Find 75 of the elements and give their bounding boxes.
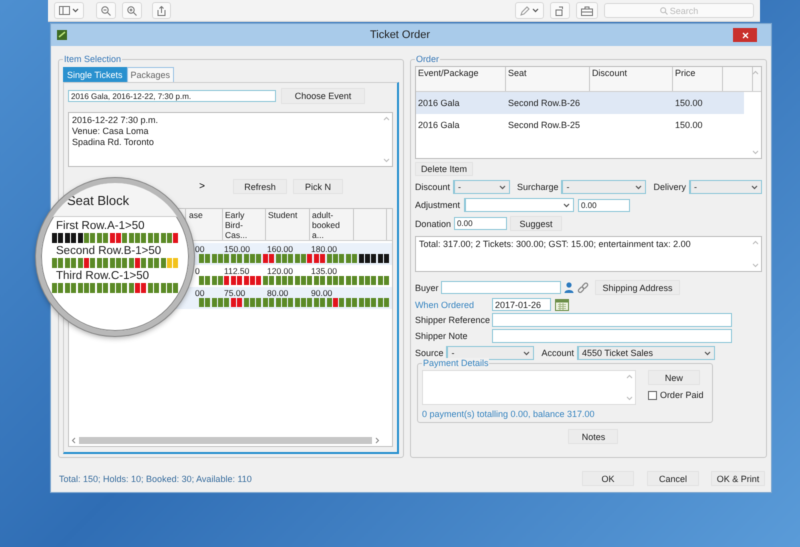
column-header: Event/Package	[418, 68, 478, 78]
date-field[interactable]: 2017-01-26	[492, 298, 551, 311]
amount-field[interactable]: 0.00	[578, 198, 630, 212]
detail-line: Venue: Casa Loma	[72, 126, 149, 137]
dropdown[interactable]: -	[446, 346, 534, 360]
field-label: Adjustment	[414, 200, 460, 210]
notes-button[interactable]: Notes	[568, 429, 618, 444]
price-cell: 120.00	[267, 266, 293, 276]
event-field[interactable]: 2016 Gala, 2016-12-22, 7:30 p.m.	[68, 90, 276, 102]
field-label: Delivery	[653, 182, 686, 192]
dialog-button[interactable]: OK	[582, 471, 634, 486]
field-label: Shipper Reference	[414, 315, 488, 325]
price-cell: 90.00	[311, 288, 332, 298]
panel-title: Order	[414, 54, 440, 64]
dropdown[interactable]: -	[561, 180, 646, 194]
column-header: Student	[266, 209, 310, 240]
status-text: Total: 150; Holds: 10; Booked: 30; Available: 110	[59, 474, 253, 484]
price-cell: 180.00	[311, 244, 337, 254]
donation-field[interactable]: 0.00	[454, 217, 507, 230]
price-cell: 00	[195, 288, 204, 298]
when-ordered-link[interactable]: When Ordered	[414, 300, 488, 310]
price-cell: 112.50	[224, 266, 250, 276]
delete-item-button[interactable]: Delete Item	[414, 162, 473, 176]
field-label: Account	[541, 348, 574, 358]
order-row[interactable]: 2016 Gala Second Row.B-25 150.00	[416, 114, 744, 136]
field-label: Source	[414, 348, 444, 358]
shipping-address-button[interactable]: Shipping Address	[595, 280, 680, 295]
checkbox-label: Order Paid	[660, 390, 704, 400]
panel-title: Item Selection	[63, 54, 122, 64]
price-cell: 00	[195, 244, 204, 254]
seat-block-label: Second Row.B-1>50	[55, 245, 162, 258]
refresh-button[interactable]: Refresh	[233, 179, 287, 194]
dropdown[interactable]: 4550 Ticket Sales	[577, 346, 715, 360]
column-header: adult-booked a...	[310, 209, 354, 240]
tab[interactable]: Packages	[126, 67, 174, 82]
table-cell-text: 150.00	[674, 98, 702, 108]
price-cell: 80.00	[267, 288, 288, 298]
order-row[interactable]: 2016 Gala Second Row.B-26 150.00	[416, 92, 744, 114]
next-button[interactable]: >	[192, 181, 212, 192]
dialog-button[interactable]: OK & Print	[711, 471, 765, 486]
suggest-button[interactable]: Suggest	[510, 216, 562, 231]
table-cell-text: 2016 Gala	[416, 120, 460, 130]
column-header: Discount	[592, 68, 627, 78]
payment-status: 0 payment(s) totalling 0.00, balance 317.00	[422, 409, 596, 419]
price-cell: 160.00	[267, 244, 293, 254]
detail-line: Spadina Rd. Toronto	[72, 137, 154, 148]
seat-block-label: First Row.A-1>50	[55, 220, 146, 233]
summary-text: Total: 317.00; 2 Tickets: 300.00; GST: 15.00; entertainment tax: 2.00	[418, 239, 691, 249]
panel-title: Payment Details	[422, 358, 490, 368]
table-cell-text: 150.00	[674, 120, 702, 130]
detail-line: 2016-12-22 7:30 p.m.	[72, 115, 158, 126]
price-cell: 0	[195, 266, 200, 276]
search-field[interactable]: Search	[604, 3, 754, 18]
dialog-button[interactable]: Cancel	[647, 471, 699, 486]
price-cell: 135.00	[311, 266, 337, 276]
choose-event-button[interactable]: Choose Event	[281, 88, 365, 104]
price-cell: 150.00	[224, 244, 250, 254]
field-label: Discount	[414, 182, 450, 192]
dropdown[interactable]: -	[689, 180, 762, 194]
seat-block-label: Third Row.C-1>50	[55, 270, 150, 283]
column-header: Price	[674, 68, 696, 78]
field-label: Donation	[414, 218, 451, 228]
pick-button[interactable]: Pick N	[293, 179, 343, 194]
dropdown[interactable]: -	[452, 180, 510, 194]
field-label: Buyer	[414, 282, 438, 292]
field-label: Surcharge	[516, 182, 558, 192]
column-header: Early Bird-Cas...	[223, 209, 266, 240]
table-cell-text: Second Row.B-25	[506, 120, 581, 130]
field-label: Shipper Note	[414, 331, 468, 341]
column-header: Seat	[508, 68, 526, 78]
price-cell: 75.00	[224, 288, 246, 298]
table-cell-text: 2016 Gala	[416, 98, 460, 108]
table-cell-text: Second Row.B-26	[506, 98, 581, 108]
window-title: Ticket Order	[368, 29, 432, 41]
new-payment-button[interactable]: New	[648, 370, 700, 385]
